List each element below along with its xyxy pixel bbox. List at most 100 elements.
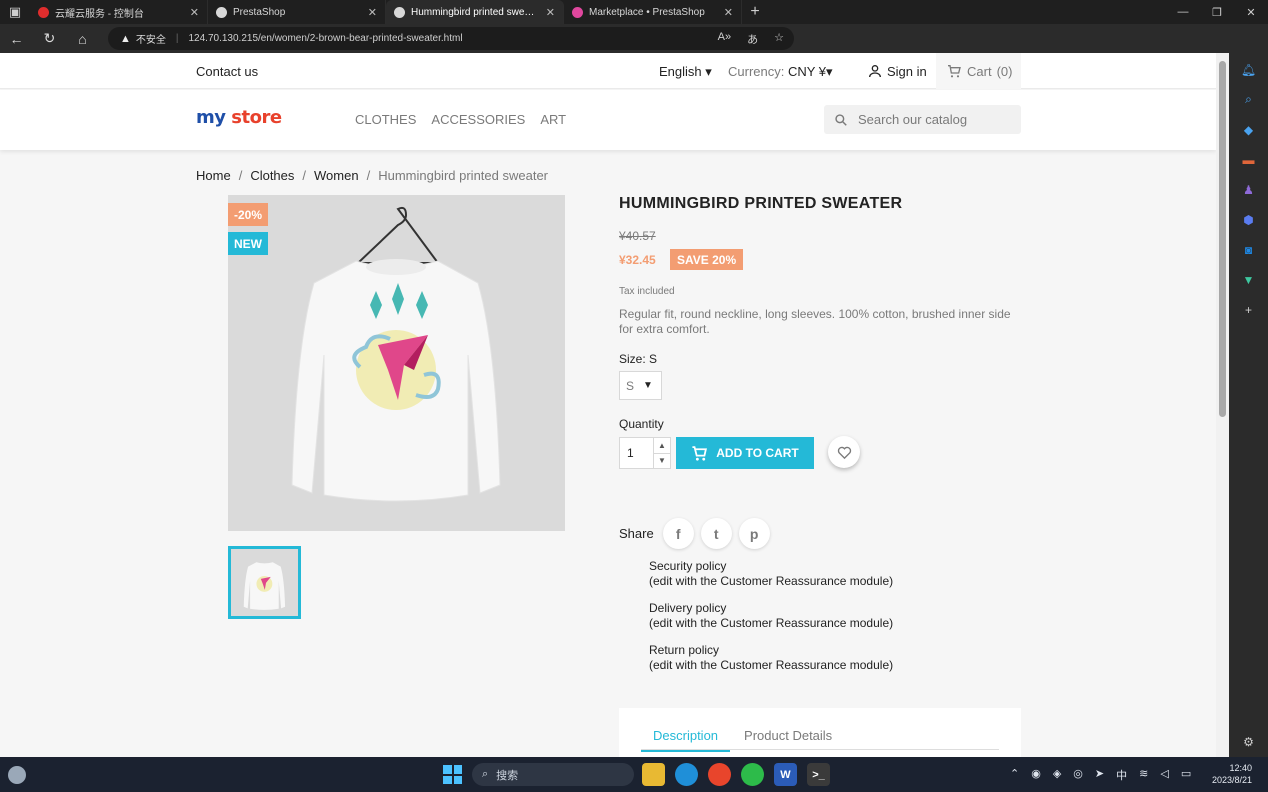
favorite-star-icon[interactable]: ☆ [774,31,784,47]
translate-icon[interactable]: あ [747,31,758,47]
reassurance-subtitle: (edit with the Customer Reassurance modu… [649,574,894,588]
increment-chevron-up-icon[interactable]: ▲ [654,438,670,454]
currency-selector[interactable]: Currency: CNY ¥▾ [728,64,833,80]
browser-tab-marketplace[interactable]: Marketplace • PrestaShop ✕ [564,0,742,24]
store-logo[interactable]: my store [196,107,282,128]
settings-gear-icon[interactable]: ⚙ [1240,733,1257,750]
sign-in-label: Sign in [887,63,927,79]
decrement-chevron-down-icon[interactable]: ▼ [654,454,670,469]
tab-actions-icon[interactable]: ▣ [0,0,30,24]
prestashop-favicon-icon [394,6,405,18]
windows-start-icon[interactable] [443,765,462,784]
add-to-cart-button[interactable]: ADD TO CART [676,437,814,469]
address-bar[interactable]: ▲ 不安全 | 124.70.130.215/en/women/2-brown-… [108,27,794,50]
pinterest-icon[interactable]: p [738,518,770,549]
regular-price: ¥40.57 [619,229,656,243]
edge-browser-icon[interactable] [675,763,698,786]
browser-tab-product[interactable]: Hummingbird printed sweater ✕ [386,0,564,24]
browser-tab-prestashop[interactable]: PrestaShop ✕ [208,0,386,24]
new-tab-button[interactable]: + [742,0,768,24]
url-text[interactable]: 124.70.130.215/en/women/2-brown-bear-pri… [189,33,463,44]
add-icon[interactable]: + [1240,301,1257,318]
huawei-favicon-icon [38,6,49,18]
size-value: S [626,378,635,393]
office-icon[interactable]: ⬢ [1240,211,1257,228]
chrome-icon[interactable] [708,763,731,786]
tray-app-icon[interactable]: ◉ [1031,767,1041,783]
language-selector[interactable]: English ▾ [659,64,712,80]
heart-icon [837,446,851,459]
insecure-label[interactable]: 不安全 [136,31,166,46]
reassurance-subtitle: (edit with the Customer Reassurance modu… [649,616,894,630]
weather-icon[interactable] [8,766,26,784]
breadcrumb-clothes[interactable]: Clothes [250,168,294,183]
page-scrollbar[interactable] [1216,53,1229,757]
tray-app-icon[interactable]: ◈ [1053,767,1061,783]
search-box[interactable]: Search our catalog [824,105,1021,134]
main-menu: CLOTHES ACCESSORIES ART [355,112,566,127]
restore-button[interactable]: ❐ [1200,0,1234,24]
contact-us-link[interactable]: Contact us [196,64,258,79]
search-icon [835,113,847,126]
search-input[interactable]: Search our catalog [858,112,967,127]
ime-indicator[interactable]: 中 [1116,767,1127,783]
product-thumbnail[interactable] [228,546,301,619]
marketplace-favicon-icon [572,6,583,18]
share-label: Share [619,526,654,541]
menu-item-art[interactable]: ART [540,112,566,127]
games-icon[interactable]: ♟ [1240,181,1257,198]
warning-icon[interactable]: ▲ [120,33,131,45]
outlook-icon[interactable]: ◙ [1240,241,1257,258]
file-explorer-icon[interactable] [642,763,665,786]
close-tab-icon[interactable]: ✕ [368,6,377,19]
header-main: my store CLOTHES ACCESSORIES ART Search … [0,90,1216,150]
back-arrow-icon[interactable]: ← [0,24,33,53]
product-cover-image[interactable] [228,195,565,531]
address-bar-actions: A» あ ☆ [718,31,784,47]
wechat-icon[interactable] [741,763,764,786]
read-aloud-icon[interactable]: A» [718,31,731,47]
menu-item-accessories[interactable]: ACCESSORIES [431,112,525,127]
facebook-icon[interactable]: f [662,518,694,549]
menu-item-clothes[interactable]: CLOTHES [355,112,416,127]
toolbox-icon[interactable]: ▬ [1240,151,1257,168]
discount-badge: SAVE 20% [670,249,744,270]
sign-in-link[interactable]: Sign in [867,63,927,79]
wishlist-heart-button[interactable] [828,436,860,468]
breadcrumb-women[interactable]: Women [314,168,359,183]
quantity-stepper[interactable]: 1 ▲ ▼ [619,437,671,469]
wechat-tray-icon[interactable]: ◎ [1073,767,1083,783]
word-icon[interactable]: W [774,763,797,786]
refresh-icon[interactable]: ↻ [33,24,66,53]
taskbar-search-input[interactable]: 搜索 [496,767,518,783]
battery-icon[interactable]: ▭ [1181,767,1191,783]
close-tab-icon[interactable]: ✕ [724,6,733,19]
close-tab-icon[interactable]: ✕ [190,6,199,19]
quantity-arrows: ▲ ▼ [653,438,670,468]
twitter-icon[interactable]: t [700,518,732,549]
terminal-icon[interactable]: >_ [807,763,830,786]
quantity-input[interactable]: 1 [620,438,653,468]
size-select[interactable]: S ▼ [619,371,662,400]
wifi-icon[interactable]: ≋ [1139,767,1148,783]
search-icon[interactable]: ⌕ [1240,91,1257,108]
bell-icon[interactable]: 🔔︎ [1240,61,1257,78]
send-icon[interactable]: ➤ [1095,767,1104,783]
close-window-button[interactable]: ✕ [1234,0,1268,24]
taskbar-search[interactable]: ⌕ 搜索 [472,763,634,786]
minimize-button[interactable]: — [1166,0,1200,24]
scrollbar-thumb[interactable] [1219,61,1226,417]
close-tab-icon[interactable]: ✕ [546,6,555,19]
breadcrumb: Home / Clothes / Women / Hummingbird pri… [196,168,548,183]
taskbar-clock[interactable]: 12:40 2023/8/21 [1212,762,1252,786]
home-icon[interactable]: ⌂ [66,24,99,53]
cart-button[interactable]: Cart (0) [936,53,1021,89]
tag-icon[interactable]: ◆ [1240,121,1257,138]
clock-time: 12:40 [1229,763,1253,773]
volume-icon[interactable]: ◁ [1160,767,1168,783]
chevron-up-icon[interactable]: ⌃ [1010,767,1019,783]
drop-icon[interactable]: ▼ [1240,271,1257,288]
breadcrumb-home[interactable]: Home [196,168,231,183]
reassurance-item: Security policy (edit with the Customer … [649,559,893,589]
browser-tab-huawei[interactable]: 云耀云服务 - 控制台 ✕ [30,0,208,24]
